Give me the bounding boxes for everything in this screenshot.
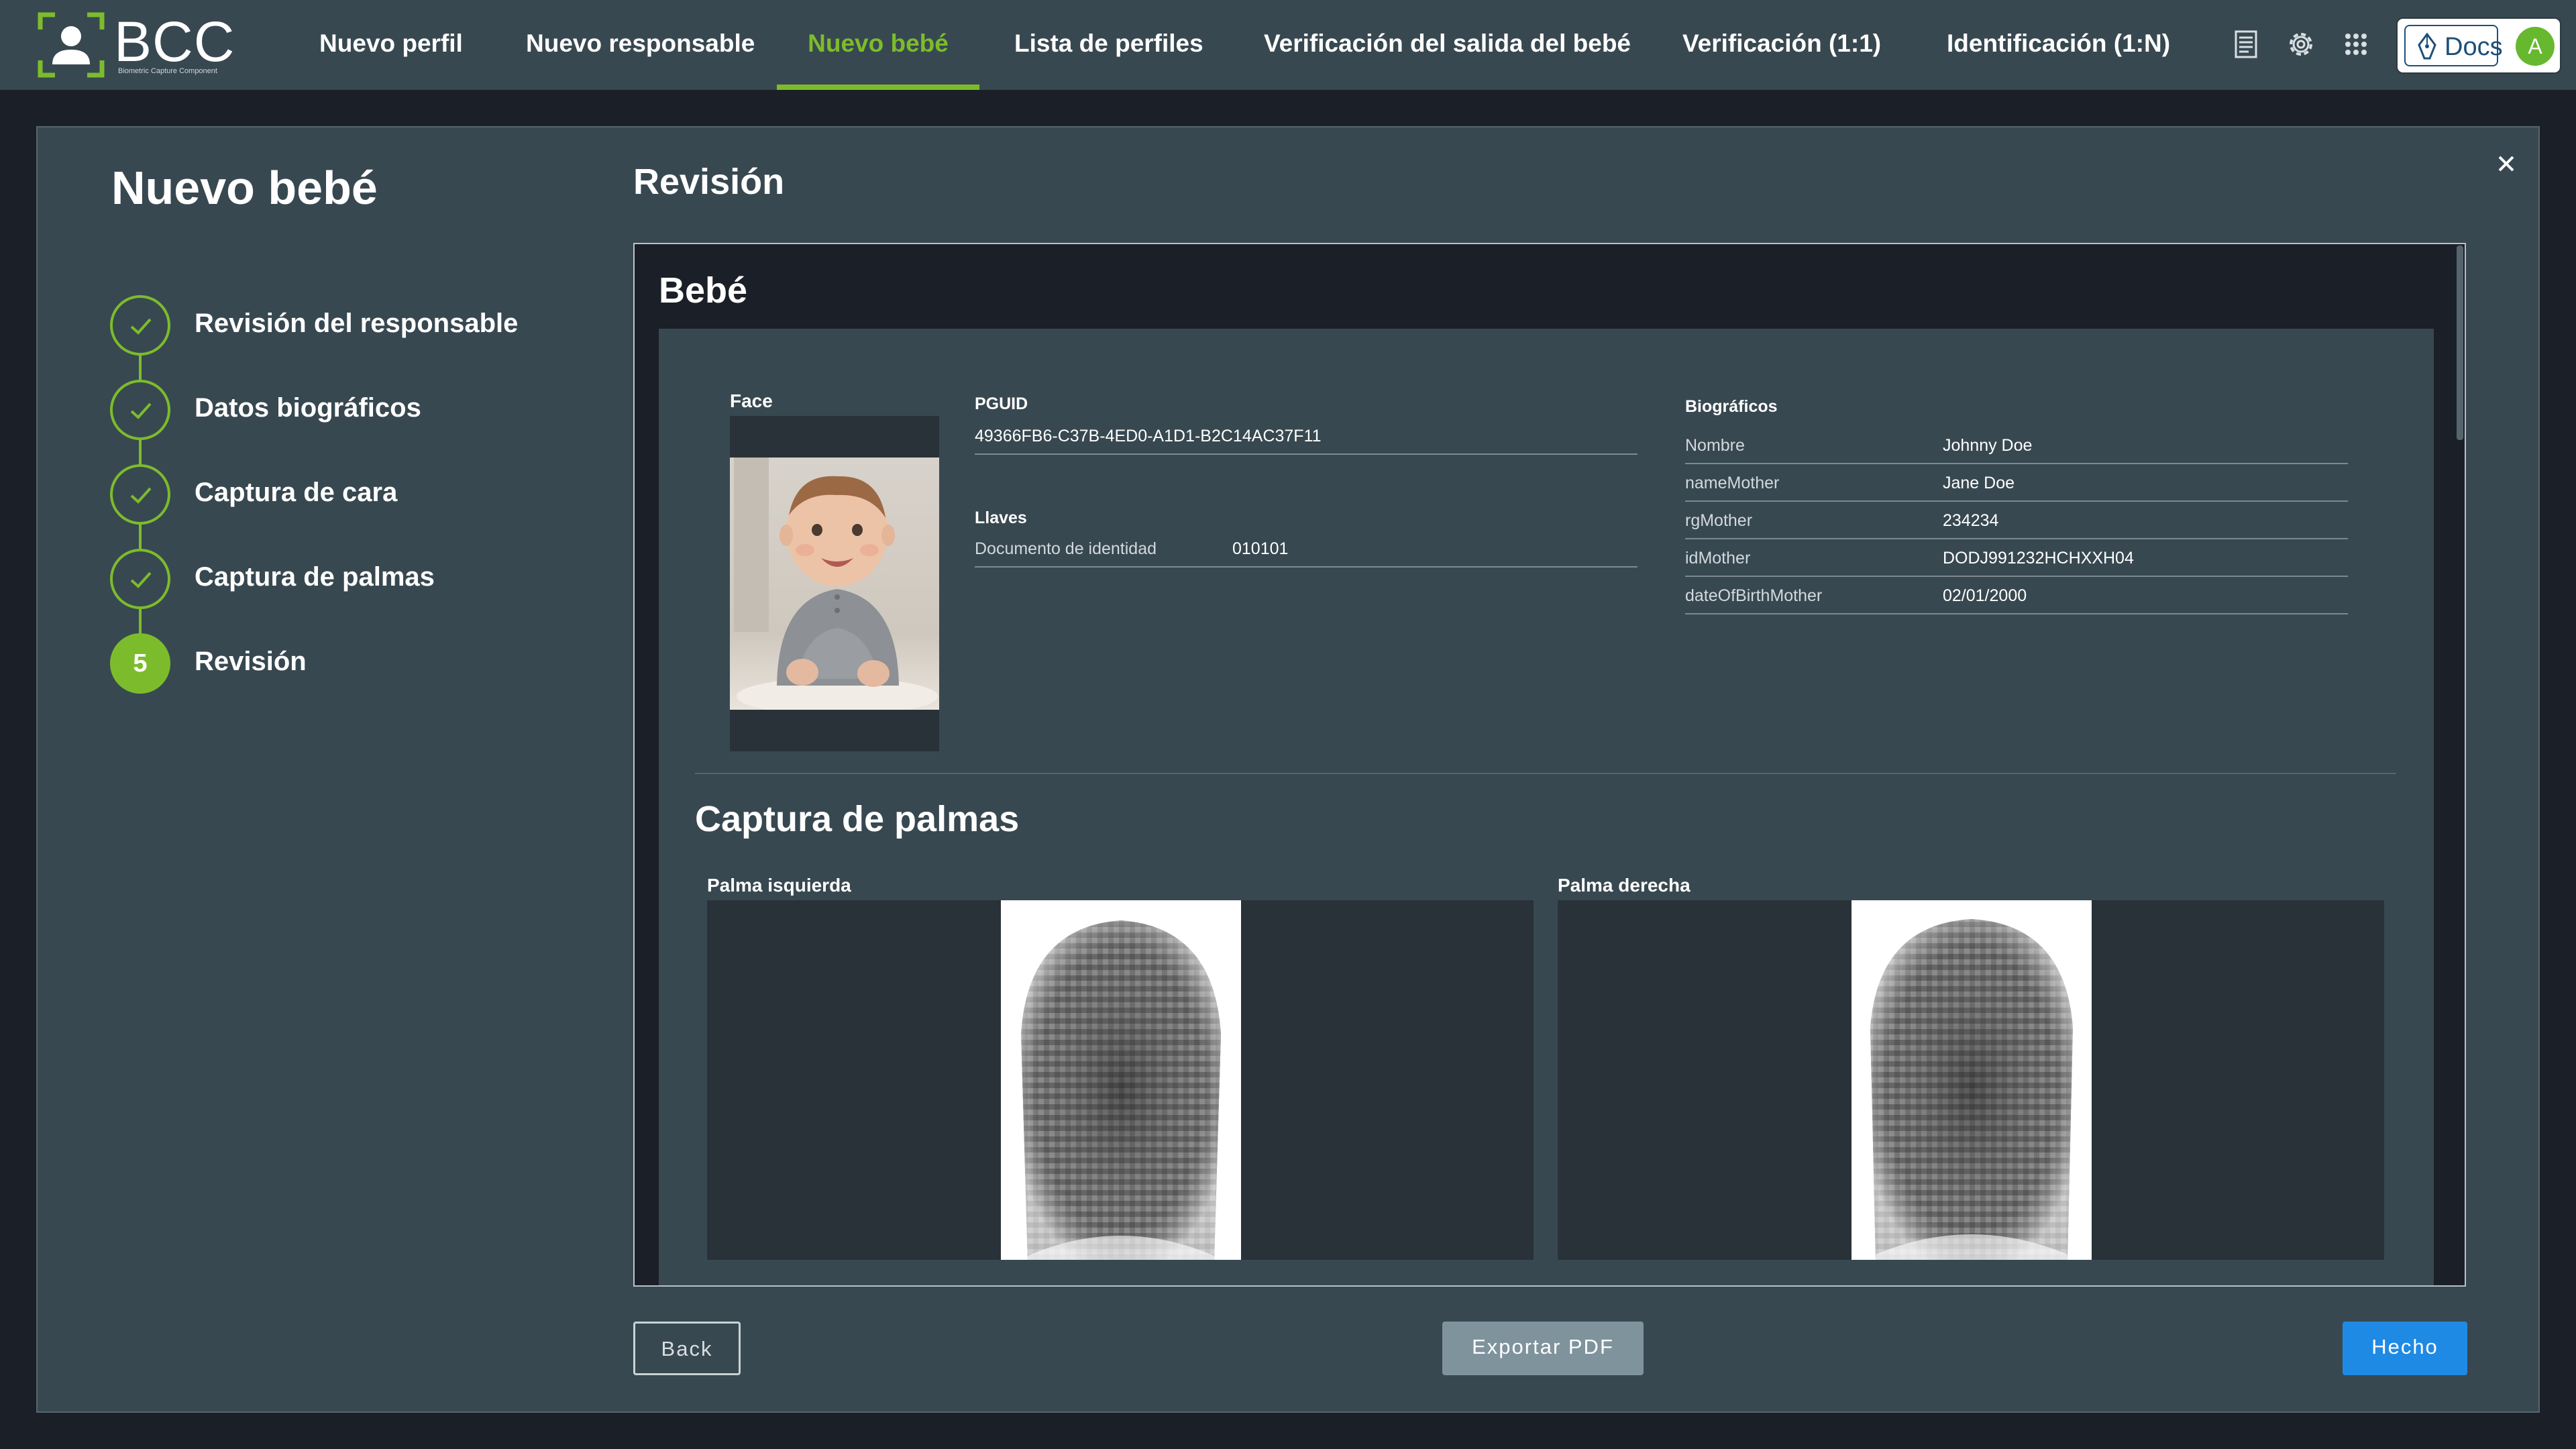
pen-nib-icon: [2418, 32, 2436, 60]
wizard-panel: Nuevo bebé Revisión del responsable Dato…: [36, 126, 2540, 1413]
key-row-documento: Documento de identidad 010101: [975, 530, 1638, 568]
review-content: Bebé Face PGUID 49366FB6-C37B-4ED0-A1D1-…: [633, 243, 2466, 1287]
bio-key: idMother: [1685, 549, 1751, 568]
bio-value: 234234: [1943, 511, 1999, 530]
bio-value: 02/01/2000: [1943, 586, 2027, 605]
step-number: 5: [110, 633, 170, 694]
step-label: Captura de cara: [195, 478, 398, 507]
nav-nuevo-responsable[interactable]: Nuevo responsable: [526, 0, 755, 90]
bio-value: Johnny Doe: [1943, 436, 2033, 455]
gear-icon[interactable]: [2284, 27, 2318, 62]
nav-lista-de-perfiles[interactable]: Lista de perfiles: [1014, 0, 1203, 90]
face-label: Face: [730, 390, 773, 411]
pguid-row: 49366FB6-C37B-4ED0-A1D1-B2C14AC37F11: [975, 417, 1638, 455]
bio-row-id-mother: idMother DODJ991232HCHXXH04: [1685, 539, 2348, 577]
nav-nuevo-perfil[interactable]: Nuevo perfil: [319, 0, 463, 90]
page-title: Nuevo bebé: [111, 162, 378, 214]
bio-key: nameMother: [1685, 474, 1780, 492]
pguid-value: 49366FB6-C37B-4ED0-A1D1-B2C14AC37F11: [975, 427, 1322, 445]
bio-row-date-of-birth-mother: dateOfBirthMother 02/01/2000: [1685, 577, 2348, 614]
bio-row-rg-mother: rgMother 234234: [1685, 502, 2348, 539]
baby-face-photo: [730, 458, 939, 710]
wizard-stepper: Revisión del responsable Datos biográfic…: [110, 295, 620, 724]
key-name: Documento de identidad: [975, 539, 1157, 558]
docs-button[interactable]: Docs: [2404, 25, 2503, 66]
step-circle: [110, 295, 170, 356]
bcc-logo[interactable]: BCC Biometric Capture Component: [38, 12, 246, 78]
step-label: Captura de palmas: [195, 562, 435, 592]
palms-section-title: Captura de palmas: [695, 799, 1020, 839]
step-circle: [110, 464, 170, 525]
right-palm-label: Palma derecha: [1558, 875, 1690, 896]
check-icon: [130, 572, 152, 588]
nav-verificacion-salida-bebe[interactable]: Verificación del salida del bebé: [1264, 0, 1631, 90]
close-icon[interactable]: [2486, 144, 2526, 184]
baby-summary-card: Face PGUID 49366FB6-C37B-4ED0-A1D1-B2C14…: [659, 329, 2434, 1285]
apps-grid-icon[interactable]: [2339, 27, 2373, 62]
bio-row-nombre: Nombre Johnny Doe: [1685, 427, 2348, 464]
back-button[interactable]: Back: [633, 1322, 741, 1375]
bio-value: DODJ991232HCHXXH04: [1943, 549, 2134, 568]
step-circle: [110, 380, 170, 440]
keys-label: Llaves: [975, 508, 1027, 527]
docs-and-account: Docs A: [2396, 17, 2561, 74]
step-label: Datos biográficos: [195, 393, 421, 423]
step-captura-de-cara[interactable]: Captura de cara: [110, 464, 620, 525]
step-revision-responsable[interactable]: Revisión del responsable: [110, 295, 620, 356]
bio-key: dateOfBirthMother: [1685, 586, 1823, 605]
active-tab-indicator: [777, 85, 979, 90]
nav-verificacion-1-1[interactable]: Verificación (1:1): [1682, 0, 1881, 90]
top-navigation-bar: BCC Biometric Capture Component Nuevo pe…: [0, 0, 2576, 90]
done-button[interactable]: Hecho: [2343, 1322, 2467, 1375]
export-pdf-button[interactable]: Exportar PDF: [1442, 1322, 1644, 1375]
nav-identificacion-1-n[interactable]: Identificación (1:N): [1947, 0, 2170, 90]
check-icon: [130, 487, 152, 504]
left-palm-frame: [707, 900, 1534, 1260]
step-captura-de-palmas[interactable]: Captura de palmas: [110, 549, 620, 609]
key-value: 010101: [1232, 539, 1289, 558]
bio-row-name-mother: nameMother Jane Doe: [1685, 464, 2348, 502]
check-icon: [130, 402, 152, 419]
section-title: Revisión: [633, 162, 785, 202]
left-palm-label: Palma isquierda: [707, 875, 851, 896]
card-title: Bebé: [659, 270, 748, 311]
right-palm-frame: [1558, 900, 2384, 1260]
bio-key: rgMother: [1685, 511, 1753, 530]
step-label: Revisión: [195, 647, 307, 676]
step-label: Revisión del responsable: [195, 309, 519, 338]
right-palm-print-image: [1851, 900, 2092, 1260]
step-circle: [110, 549, 170, 609]
scrollbar-thumb[interactable]: [2457, 246, 2463, 440]
document-icon[interactable]: [2229, 27, 2263, 62]
biographic-label: Biográficos: [1685, 397, 1778, 416]
step-datos-biograficos[interactable]: Datos biográficos: [110, 380, 620, 440]
pguid-label: PGUID: [975, 394, 1028, 413]
docs-label: Docs: [2445, 33, 2503, 61]
step-revision[interactable]: 5 Revisión: [110, 633, 620, 694]
person-frame-icon: [38, 12, 105, 78]
check-icon: [130, 318, 152, 335]
section-divider: [695, 773, 2396, 774]
bio-value: Jane Doe: [1943, 474, 2015, 492]
face-image-frame: [730, 416, 939, 751]
avatar[interactable]: A: [2516, 27, 2555, 66]
bio-key: Nombre: [1685, 436, 1745, 455]
left-palm-print-image: [1001, 900, 1241, 1260]
brand-name: BCC: [114, 10, 235, 73]
brand-subtitle: Biometric Capture Component: [118, 67, 217, 75]
nav-nuevo-bebe[interactable]: Nuevo bebé: [777, 0, 979, 90]
